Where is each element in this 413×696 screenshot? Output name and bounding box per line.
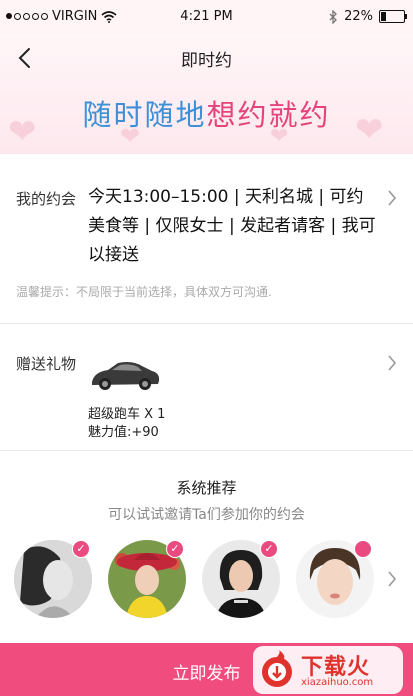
divider — [0, 323, 413, 324]
date-section-label: 我的约会 — [16, 190, 77, 208]
recommend-chevron-icon[interactable] — [386, 569, 398, 589]
banner-slogan-part1: 随时随地 — [82, 98, 207, 132]
banner-slogan: 随时随地想约就约 — [0, 92, 413, 134]
gift-section-label: 赠送礼物 — [16, 355, 77, 373]
selected-check-icon[interactable]: ✓ — [260, 540, 278, 558]
fire-logo-icon — [262, 650, 292, 687]
date-chevron-icon[interactable] — [386, 188, 398, 208]
selected-check-icon[interactable]: ✓ — [72, 540, 90, 558]
unselected-dot-icon[interactable] — [354, 540, 372, 558]
divider — [0, 450, 413, 451]
gift-charm-value: 魅力值:+90 — [88, 425, 159, 440]
watermark-domain: xiazaihuo.com — [301, 677, 374, 688]
sports-car-icon[interactable] — [88, 354, 162, 394]
date-details[interactable]: 今天13:00–15:00 | 天利名城 | 可约美食等 | 仅限女士 | 发起… — [88, 183, 378, 270]
recommend-title: 系统推荐 — [176, 479, 237, 497]
header-banner: ❤ ❤ ❤ ❤ 即时约 随时随地想约就约 — [0, 34, 413, 154]
selected-check-icon[interactable]: ✓ — [166, 540, 184, 558]
bluetooth-icon — [329, 9, 338, 24]
battery-percent: 22% — [344, 9, 373, 24]
recommend-subtitle: 可以试试邀请Ta们参加你的约会 — [108, 507, 305, 523]
gift-chevron-icon[interactable] — [386, 353, 398, 373]
tip-text: 温馨提示：不局限于当前选择，具体双方可沟通. — [16, 285, 272, 299]
status-bar: VIRGIN 4:21 PM 22% — [0, 0, 413, 34]
page-title: 即时约 — [181, 51, 232, 71]
banner-slogan-part2: 想约就约 — [206, 98, 331, 132]
watermark: 下载火 xiazaihuo.com — [253, 646, 403, 694]
gift-name: 超级跑车 X 1 — [88, 407, 166, 422]
battery-icon — [379, 10, 407, 23]
